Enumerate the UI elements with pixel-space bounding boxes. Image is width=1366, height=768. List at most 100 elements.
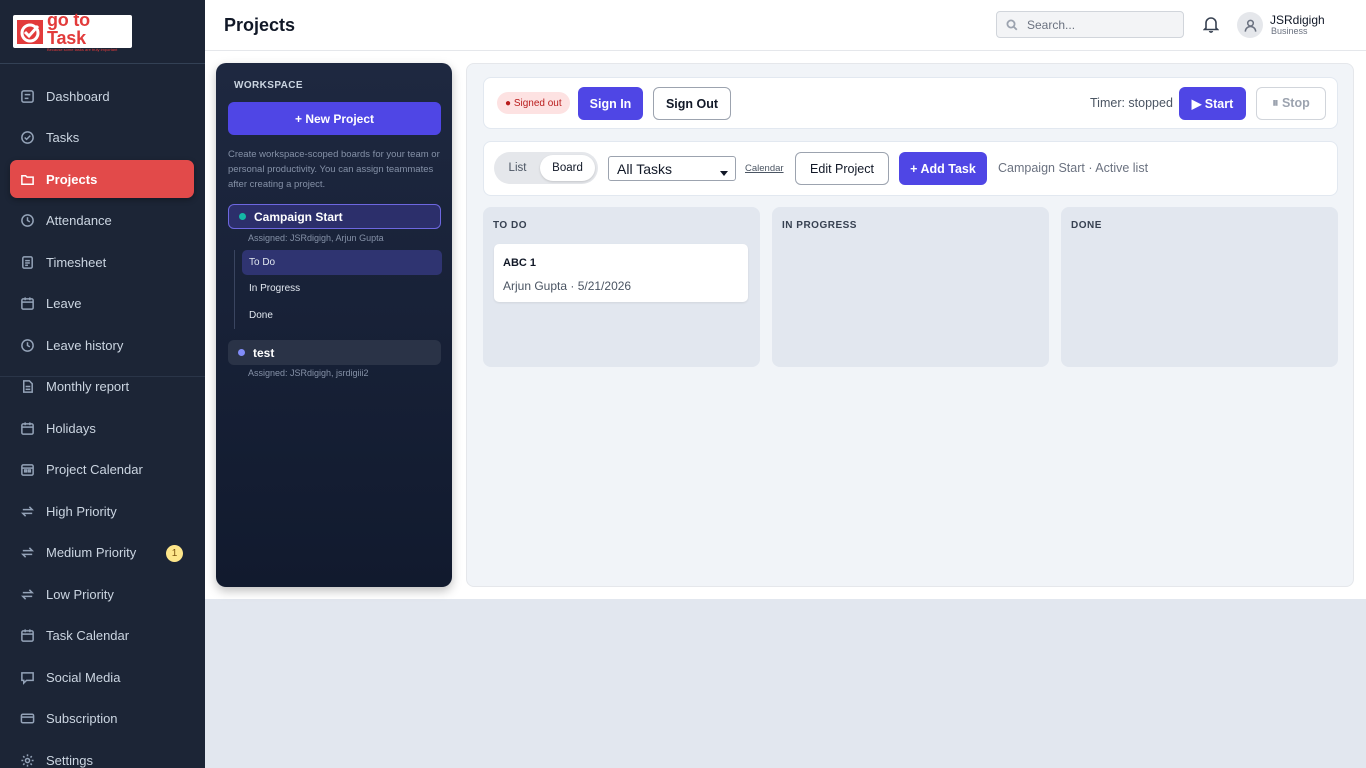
search-icon [1006, 19, 1018, 30]
user-name[interactable]: JSRdigigh [1270, 13, 1325, 27]
sidebar-item-label: Projects [46, 171, 98, 187]
view-board-option[interactable]: Board [540, 155, 595, 181]
session-bar: ● Signed out Sign In Sign Out Timer: sto… [483, 77, 1338, 129]
calendar-icon [20, 296, 35, 311]
column-title: IN PROGRESS [782, 220, 857, 231]
edit-project-button[interactable]: Edit Project [795, 152, 889, 185]
sidebar-item-medium-priority[interactable]: Medium Priority 1 [10, 534, 194, 572]
sidebar-item-label: Tasks [46, 130, 80, 145]
task-filter-select[interactable]: All Tasks [608, 156, 736, 181]
board-column-in-progress: IN PROGRESS [772, 207, 1049, 367]
project-assigned: Assigned: JSRdigigh, jsrdigiii2 [248, 368, 369, 378]
stop-timer-button[interactable]: ⏸ Stop [1256, 87, 1326, 120]
sidebar-item-attendance[interactable]: Attendance [10, 202, 194, 240]
check-circle-icon [20, 130, 35, 145]
sidebar-item-label: Holidays [46, 420, 96, 436]
sidebar: go to Task Because some tasks are truly … [0, 0, 205, 768]
sidebar-item-high-priority[interactable]: High Priority [10, 492, 194, 530]
sidebar-item-dashboard[interactable]: Dashboard [10, 77, 194, 115]
sidebar-item-social-media[interactable]: Social Media [10, 658, 194, 696]
report-icon [20, 379, 35, 394]
project-name: Campaign Start [254, 209, 343, 224]
history-clock-icon [20, 338, 35, 353]
add-task-button[interactable]: + Add Task [899, 152, 987, 185]
brand-name: go to Task [47, 10, 90, 48]
task-filter-value: All Tasks [617, 160, 672, 177]
sidebar-item-low-priority[interactable]: Low Priority [10, 575, 194, 613]
sidebar-item-label: Timesheet [46, 254, 107, 270]
sidebar-item-label: Dashboard [46, 88, 110, 104]
project-content: ● Signed out Sign In Sign Out Timer: sto… [466, 63, 1354, 587]
project-calendar-icon [20, 462, 35, 477]
sidebar-item-label: Social Media [46, 669, 121, 685]
sidebar-item-project-calendar[interactable]: Project Calendar [10, 451, 194, 489]
column-title: DONE [1071, 220, 1102, 231]
notification-bell-icon[interactable] [1202, 15, 1220, 33]
sidebar-item-label: Medium Priority [46, 545, 137, 560]
board-toolbar: List Board All Tasks Calendar Edit Proje… [483, 141, 1338, 196]
task-title: ABC 1 [503, 257, 537, 269]
sign-out-button[interactable]: Sign Out [653, 87, 731, 120]
sidebar-item-settings[interactable]: Settings [10, 741, 194, 768]
sidebar-item-label: High Priority [46, 503, 117, 519]
sidebar-item-task-calendar[interactable]: Task Calendar [10, 617, 194, 655]
list-item-to-do[interactable]: To Do [242, 250, 442, 275]
sidebar-item-label: Leave history [46, 337, 124, 353]
status-badge: ● Signed out [497, 92, 570, 114]
folder-icon [20, 172, 35, 187]
project-assigned: Assigned: JSRdigigh, Arjun Gupta [248, 233, 384, 243]
chevron-down-icon [719, 165, 729, 181]
sign-in-button[interactable]: Sign In [578, 87, 643, 120]
top-header: Projects JSRdigigh Business [205, 0, 1366, 51]
sidebar-item-label: Task Calendar [46, 628, 130, 643]
project-item-campaign-start[interactable]: Campaign Start [228, 204, 441, 229]
clock-icon [20, 213, 35, 228]
sidebar-item-label: Low Priority [46, 586, 114, 602]
brand-tagline: Because some tasks are truly important [47, 47, 118, 52]
sidebar-item-leave-history[interactable]: Leave history [10, 326, 194, 364]
sidebar-item-holidays[interactable]: Holidays [10, 409, 194, 447]
avatar[interactable] [1237, 12, 1263, 38]
project-item-test[interactable]: test [228, 340, 441, 365]
dashboard-icon [20, 89, 35, 104]
user-icon [1244, 19, 1256, 32]
search-box[interactable] [996, 11, 1184, 38]
timer-status: Timer: stopped [1090, 96, 1173, 110]
workspace-panel: WORKSPACE + New Project Create workspace… [216, 63, 452, 587]
sidebar-item-monthly-report[interactable]: Monthly report [10, 368, 194, 406]
sidebar-item-tasks[interactable]: Tasks [10, 119, 194, 157]
start-timer-button[interactable]: ▶ Start [1179, 87, 1246, 120]
search-input[interactable] [1027, 17, 1167, 32]
project-list-group: To Do In Progress Done [234, 250, 442, 329]
active-list-context: Campaign Start · Active list [998, 161, 1149, 175]
project-dot-icon [239, 213, 246, 220]
view-list-option[interactable]: List [498, 155, 537, 181]
workspace-description: Create workspace-scoped boards for your … [228, 149, 440, 190]
new-project-button[interactable]: + New Project [228, 102, 441, 135]
sidebar-item-label: Project Calendar [46, 462, 143, 477]
list-item-in-progress[interactable]: In Progress [242, 276, 442, 301]
user-role: Business [1271, 26, 1308, 36]
logo-mark-icon [17, 19, 43, 44]
page-title: Projects [224, 15, 296, 35]
project-name: test [253, 345, 275, 360]
count-badge: 1 [166, 544, 183, 562]
brand-logo[interactable]: go to Task Because some tasks are truly … [13, 11, 132, 52]
logo-area: go to Task Because some tasks are truly … [0, 0, 205, 64]
arrows-swap-icon [20, 587, 35, 602]
sidebar-item-label: Settings [46, 752, 93, 768]
chat-icon [20, 670, 35, 685]
sidebar-item-timesheet[interactable]: Timesheet [10, 243, 194, 281]
card-icon [20, 711, 35, 726]
calendar-link[interactable]: Calendar [745, 163, 784, 174]
project-dot-icon [238, 349, 245, 356]
sidebar-item-subscription[interactable]: Subscription [10, 700, 194, 738]
sidebar-item-projects[interactable]: Projects [10, 160, 194, 198]
sidebar-item-label: Monthly report [46, 379, 130, 394]
gear-icon [20, 753, 35, 768]
view-toggle: List Board [494, 152, 598, 184]
sidebar-item-leave[interactable]: Leave [10, 285, 194, 323]
timesheet-icon [20, 255, 35, 270]
task-card[interactable]: ABC 1 Arjun Gupta · 5/21/2026 [494, 244, 748, 302]
list-item-done[interactable]: Done [242, 303, 442, 328]
